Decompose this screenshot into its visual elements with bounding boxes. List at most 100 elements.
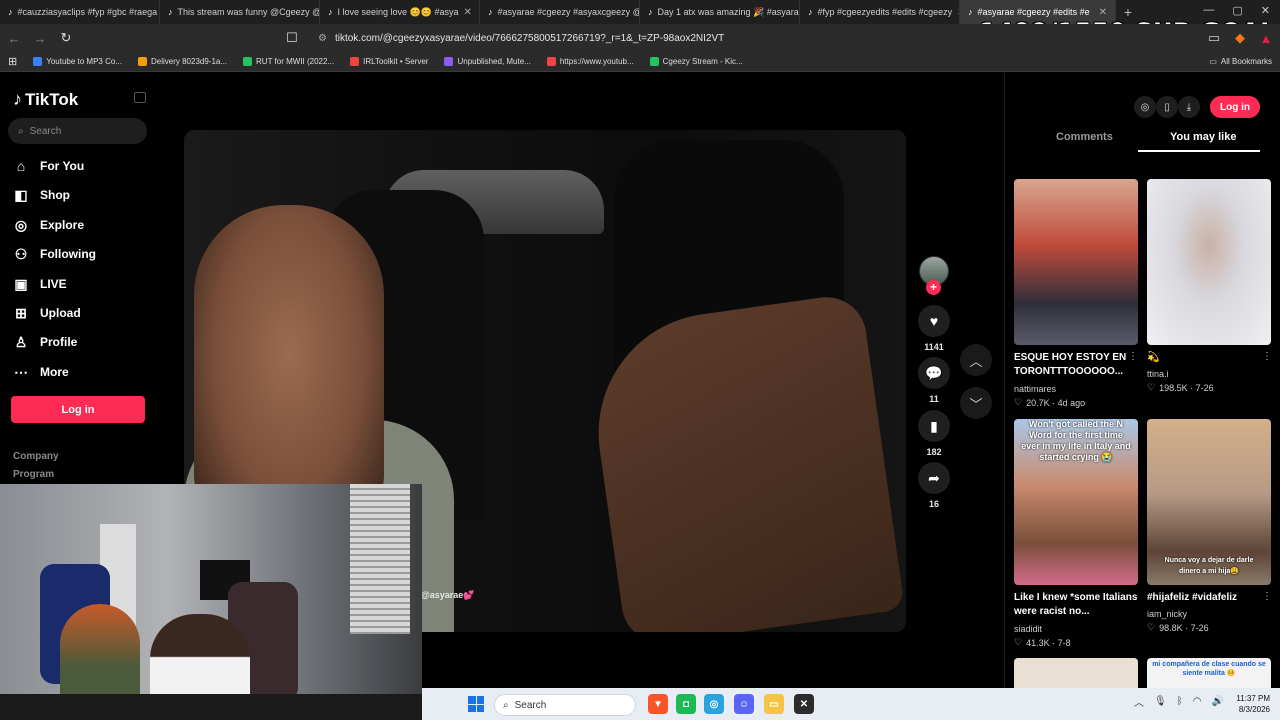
file-explorer-icon[interactable]: ▭ bbox=[764, 694, 784, 714]
rewards-icon[interactable]: ▲ bbox=[1258, 31, 1274, 46]
browser-tab[interactable]: ♪ I love seeing love 😊😊 #asya ✕ bbox=[320, 0, 480, 24]
tab-comments[interactable]: Comments bbox=[1056, 131, 1113, 143]
panel-login-button[interactable]: Log in bbox=[1210, 96, 1260, 118]
app-icon[interactable]: ✕ bbox=[794, 694, 814, 714]
nav-shop[interactable]: ◧ Shop bbox=[13, 184, 153, 206]
card-title[interactable]: 💫 bbox=[1147, 351, 1271, 365]
video-thumbnail[interactable] bbox=[1147, 179, 1271, 345]
video-thumbnail[interactable]: Nunca voy a dejar de darle dinero a mi h… bbox=[1147, 419, 1271, 585]
tiktok-logo[interactable]: ♪ TikTok bbox=[13, 89, 78, 110]
bookmark-item[interactable]: Youtube to MP3 Co... bbox=[33, 57, 122, 66]
video-thumbnail[interactable]: Won't got called the N Word for the firs… bbox=[1014, 419, 1138, 585]
site-info-icon[interactable]: ⚙ bbox=[318, 33, 327, 44]
back-icon[interactable]: ← bbox=[6, 31, 22, 46]
bookmark-item[interactable]: https://www.youtub... bbox=[546, 57, 634, 66]
footer-link-company[interactable]: Company bbox=[13, 451, 59, 462]
active-tab-indicator bbox=[1138, 150, 1260, 152]
previous-video-button[interactable]: ︿ bbox=[960, 344, 992, 376]
windows-start-icon[interactable] bbox=[468, 696, 484, 712]
bookmark-item[interactable]: IRLToolkit • Server bbox=[350, 57, 428, 66]
nav-following[interactable]: ⚇ Following bbox=[13, 243, 153, 265]
search-icon: ⌕ bbox=[503, 699, 509, 711]
bookmark-icon[interactable]: ☐ bbox=[284, 30, 300, 46]
bookmark-item[interactable]: RUT for MWII (2022... bbox=[243, 57, 334, 66]
card-title[interactable]: #hijafeliz #vidafeliz bbox=[1147, 591, 1271, 605]
discord-icon[interactable]: ☺ bbox=[734, 694, 754, 714]
browser-tab[interactable]: ♪#asyarae #cgeezy #asyaxcgeezy @✕ bbox=[480, 0, 640, 24]
shop-icon: ◧ bbox=[14, 186, 28, 203]
share-button[interactable]: ➦ bbox=[918, 462, 950, 494]
microphone-icon[interactable]: 🎙 bbox=[1154, 696, 1167, 707]
more-options-icon[interactable]: ⋮ bbox=[1128, 351, 1138, 362]
nav-profile[interactable]: ♙ Profile bbox=[13, 331, 153, 353]
nav-for-you[interactable]: ⌂ For You bbox=[13, 155, 153, 177]
compass-top-icon[interactable]: ◎ bbox=[1134, 96, 1156, 118]
browser-tab[interactable]: ♪This stream was funny @Cgeezy @✕ bbox=[160, 0, 320, 24]
browser-tab[interactable]: ♪#fyp #cgeezyedits #edits #cgeezy✕ bbox=[800, 0, 960, 24]
comment-count: 11 bbox=[929, 394, 939, 404]
bookmark-item[interactable]: Cgeezy Stream - Kic... bbox=[649, 57, 743, 66]
follow-plus-icon[interactable]: + bbox=[926, 280, 941, 295]
nav-upload[interactable]: ⊞ Upload bbox=[13, 302, 153, 324]
cast-icon[interactable]: ▭ bbox=[1206, 30, 1222, 46]
save-button[interactable]: ▮ bbox=[918, 410, 950, 442]
minimize-icon[interactable]: — bbox=[1203, 4, 1214, 17]
bookmark-item[interactable]: Delivery 8023d9-1a... bbox=[137, 57, 228, 66]
like-button[interactable]: ♥ bbox=[918, 305, 950, 337]
compass-icon: ◎ bbox=[14, 216, 28, 233]
forward-icon[interactable]: → bbox=[32, 31, 48, 46]
card-username[interactable]: siadidit bbox=[1014, 624, 1042, 634]
bookmark-label: Delivery 8023d9-1a... bbox=[150, 57, 228, 66]
nav-live[interactable]: ▣ LIVE bbox=[13, 273, 153, 295]
brave-shield-icon[interactable]: ◆ bbox=[1232, 30, 1248, 46]
brave-browser-icon[interactable]: ▼ bbox=[648, 694, 668, 714]
apps-icon[interactable]: ⊞ bbox=[8, 55, 17, 68]
close-icon[interactable]: ✕ bbox=[1099, 7, 1107, 18]
taskbar-clock[interactable]: 11:37 PM 8/3/2026 bbox=[1226, 693, 1270, 715]
browser-tab[interactable]: ♪Day 1 atx was amazing 🎉 #asyara✕ bbox=[640, 0, 800, 24]
more-options-icon[interactable]: ⋮ bbox=[1262, 351, 1272, 362]
card-title[interactable]: ESQUE HOY ESTOY EN TORONTTTOOOOOO... bbox=[1014, 351, 1138, 379]
card-title[interactable]: Like I knew *some Italians were racist n… bbox=[1014, 591, 1138, 619]
maximize-icon[interactable]: ▢ bbox=[1232, 4, 1242, 17]
nav-more[interactable]: ⋯ More bbox=[13, 361, 153, 383]
download-icon[interactable]: ⤓ bbox=[1178, 96, 1200, 118]
more-options-icon[interactable]: ⋮ bbox=[1262, 591, 1272, 602]
reload-icon[interactable]: ↻ bbox=[58, 30, 74, 46]
close-icon[interactable]: ✕ bbox=[463, 7, 471, 18]
video-thumbnail[interactable]: mi compañera de clase cuando se siente m… bbox=[1147, 658, 1271, 688]
app-icon[interactable]: ◘ bbox=[676, 694, 696, 714]
all-bookmarks-button[interactable]: ▭ All Bookmarks bbox=[1209, 57, 1272, 66]
bookmark-favicon-icon bbox=[137, 57, 147, 66]
edge-browser-icon[interactable]: ◎ bbox=[704, 694, 724, 714]
wifi-icon[interactable]: ◠ bbox=[1193, 696, 1202, 707]
live-icon: ▣ bbox=[14, 275, 28, 292]
mobile-icon[interactable]: ▯ bbox=[1156, 96, 1178, 118]
comment-button[interactable]: 💬 bbox=[918, 357, 950, 389]
tiktok-icon: ♪ bbox=[808, 7, 813, 17]
video-thumbnail[interactable] bbox=[1014, 658, 1138, 688]
url-field[interactable]: ⚙ tiktok.com/@cgeezyxasyarae/video/76662… bbox=[310, 28, 1030, 48]
login-button[interactable]: Log in bbox=[11, 396, 145, 423]
card-username[interactable]: ttina.i bbox=[1147, 369, 1169, 379]
chevron-up-icon[interactable]: ︿ bbox=[1134, 694, 1144, 709]
nav-explore[interactable]: ◎ Explore bbox=[13, 214, 153, 236]
card-username[interactable]: nattimares bbox=[1014, 384, 1056, 394]
tab-you-may-like[interactable]: You may like bbox=[1170, 131, 1236, 143]
next-video-button[interactable]: ﹀ bbox=[960, 387, 992, 419]
all-bookmarks-label: All Bookmarks bbox=[1220, 57, 1272, 66]
bluetooth-icon[interactable]: ᛒ bbox=[1177, 696, 1183, 707]
thumbnail-caption: mi compañera de clase cuando se siente m… bbox=[1152, 661, 1266, 677]
search-input[interactable]: ⌕ Search bbox=[8, 118, 147, 144]
bookmark-item[interactable]: Unpublished, Mute... bbox=[444, 57, 531, 66]
close-window-icon[interactable]: ✕ bbox=[1261, 4, 1270, 17]
collapse-sidebar-icon[interactable] bbox=[134, 92, 146, 103]
taskbar-search[interactable]: ⌕ Search bbox=[494, 694, 636, 716]
footer-link-program[interactable]: Program bbox=[13, 469, 54, 480]
video-thumbnail[interactable] bbox=[1014, 179, 1138, 345]
card-username[interactable]: iam_nicky bbox=[1147, 609, 1187, 619]
browser-tab[interactable]: ♪#cauzziasyaclips #fyp #gbc #raega✕ bbox=[0, 0, 160, 24]
volume-icon[interactable]: 🔊 bbox=[1211, 696, 1223, 707]
taskbar-search-placeholder: Search bbox=[514, 699, 547, 711]
thumbnail-caption: Won't got called the N Word for the firs… bbox=[1021, 419, 1131, 462]
